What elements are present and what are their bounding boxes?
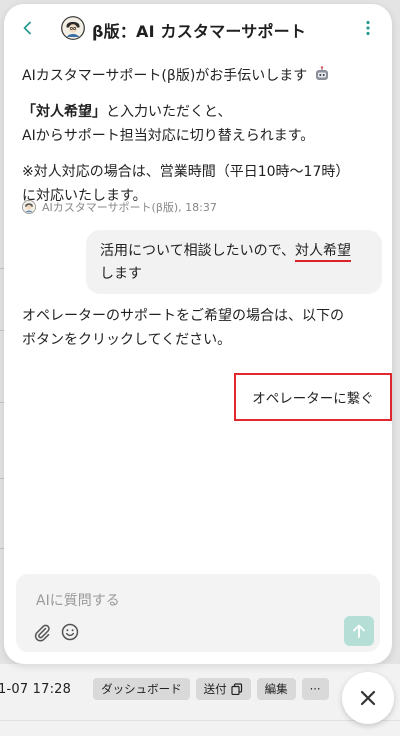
more-label: ··· [309, 682, 321, 696]
bot-message: AIカスタマーサポート(β版)がお手伝いします 「対人希望」と入力いただくと、 … [22, 64, 372, 220]
avatar-icon [61, 16, 85, 40]
user-text-before: 活用について相談したいので、 [100, 243, 296, 259]
bot2-line2: ボタンをクリックしてください。 [22, 332, 232, 348]
robot-icon [315, 66, 328, 80]
send-doc-label: 送付 [203, 682, 227, 696]
send-doc-button[interactable]: 送付 [195, 678, 251, 700]
menu-button[interactable] [358, 18, 378, 38]
user-text-highlight: 対人希望 [295, 243, 352, 262]
chat-panel: β版：AI カスタマーサポート AIカスタマーサポート(β版)がお手伝いします … [4, 4, 392, 664]
chat-header: β版：AI カスタマーサポート [4, 4, 392, 52]
close-icon [360, 690, 376, 706]
dashboard-label: ダッシュボード [101, 682, 182, 696]
bot-line4: ※対人対応の場合は、営業時間（平日10時〜17時） [22, 164, 350, 180]
connect-operator-button[interactable]: オペレーターに繋ぐ [234, 373, 392, 421]
bot-line2-rest: と入力いただくと、 [106, 104, 232, 120]
bot-sender-time: AIカスタマーサポート(β版), 18:37 [42, 201, 217, 214]
send-button[interactable] [344, 616, 374, 646]
bot-meta: AIカスタマーサポート(β版), 18:37 [22, 199, 217, 215]
bot-line2-bold: 「対人希望」 [22, 104, 106, 120]
user-message: 活用について相談したいので、対人希望 します [86, 230, 382, 294]
bg-bottom-divider [0, 720, 400, 721]
back-icon [23, 21, 31, 35]
bot-line1: AIカスタマーサポート(β版)がお手伝いします [22, 68, 308, 84]
more-button[interactable]: ··· [301, 678, 329, 700]
send-arrow-icon [353, 624, 365, 638]
bot2-line1: オペレーターのサポートをご希望の場合は、以下の [22, 308, 344, 324]
composer: AIに質問する [16, 574, 380, 652]
edit-button[interactable]: 編集 [256, 678, 296, 700]
emoji-icon[interactable] [60, 622, 80, 642]
user-text-after: します [100, 266, 142, 282]
copy-icon [231, 683, 242, 695]
attach-icon[interactable] [32, 622, 52, 642]
avatar-icon [22, 200, 36, 214]
dashboard-button[interactable]: ダッシュボード [93, 678, 190, 700]
bg-date: 1-07 17:28 [0, 681, 72, 697]
more-vertical-icon [366, 20, 370, 36]
question-input[interactable]: AIに質問する [36, 590, 120, 610]
close-chat-button[interactable] [342, 672, 394, 724]
back-button[interactable] [18, 18, 38, 38]
bot-line3: AIからサポート担当対応に切り替えられます。 [22, 128, 315, 144]
chat-title: β版：AI カスタマーサポート [92, 22, 307, 41]
bot-message-2: オペレーターのサポートをご希望の場合は、以下の ボタンをクリックしてください。 [22, 304, 382, 352]
edit-label: 編集 [264, 682, 288, 696]
background-row: 1-07 17:28 ダッシュボード 送付 編集 ··· [0, 676, 329, 702]
